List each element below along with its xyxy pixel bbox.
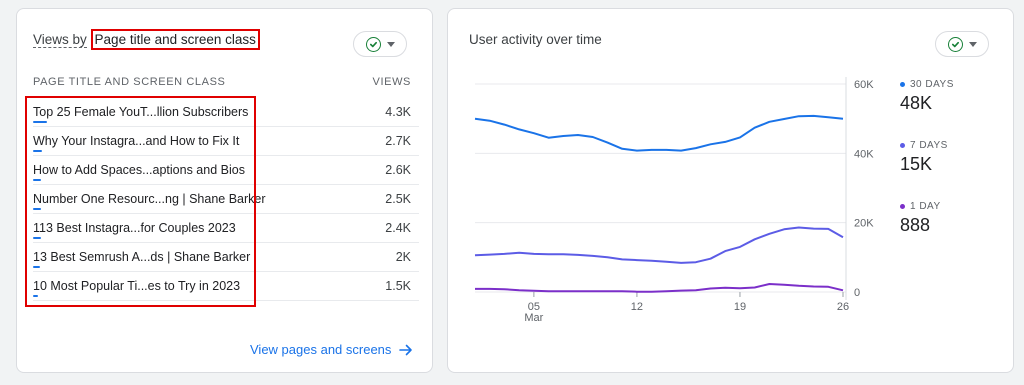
legend-label: 7 DAYS	[910, 140, 948, 151]
column-header-page-title: PAGE TITLE AND SCREEN CLASS	[33, 76, 226, 88]
series-line-30-days	[474, 114, 844, 152]
legend-7-days: 7 DAYS 15K	[900, 140, 948, 175]
legend-dot	[900, 204, 905, 209]
views-cell: 4.3K	[385, 105, 411, 119]
legend-value: 48K	[900, 93, 933, 113]
x-tick-label: 19	[734, 301, 746, 313]
legend-dot	[900, 82, 905, 87]
series-line-1-day	[475, 283, 844, 293]
view-pages-link-label: View pages and screens	[250, 342, 392, 357]
line-chart: 60K40K20K005 12 19 26Mar	[474, 77, 874, 324]
check-circle-icon	[365, 36, 381, 52]
column-header-views: VIEWS	[372, 76, 411, 88]
legend-30-days: 30 DAYS 48K	[900, 79, 954, 114]
view-pages-link[interactable]: View pages and screens	[250, 342, 413, 357]
x-tick-label: 12	[631, 301, 643, 313]
user-activity-card: User activity over time 60K 40K 20K 0 05 12 19…	[447, 8, 1014, 373]
y-tick-label: 60K	[854, 79, 874, 91]
x-tick-label: 26	[837, 301, 849, 313]
legend-dot	[900, 143, 905, 148]
views-cell: 2.4K	[385, 221, 411, 235]
compare-filter-button[interactable]	[353, 31, 407, 57]
legend-1-day: 1 DAY 888	[900, 201, 941, 236]
views-cell: 1.5K	[385, 279, 411, 293]
legend-value: 15K	[900, 154, 933, 174]
views-cell: 2.5K	[385, 192, 411, 206]
card-title-prefix: Views by	[33, 32, 87, 48]
views-cell: 2.6K	[385, 163, 411, 177]
y-tick-label: 0	[854, 287, 860, 299]
legend-value: 888	[900, 215, 931, 235]
series-line-7-days	[474, 226, 844, 264]
y-tick-label: 40K	[854, 148, 874, 160]
views-cell: 2K	[395, 250, 411, 264]
legend-label: 30 DAYS	[910, 79, 954, 90]
legend-label: 1 DAY	[910, 201, 941, 212]
views-by-page-card: Views by Page title and screen class PAG…	[16, 8, 433, 373]
card-title: Views by Page title and screen class	[33, 29, 260, 50]
caret-down-icon	[386, 41, 395, 47]
y-tick-label: 20K	[854, 218, 874, 230]
highlight-box	[25, 96, 256, 307]
arrow-right-icon	[399, 344, 413, 355]
views-cell: 2.7K	[385, 134, 411, 148]
dimension-selector[interactable]: Page title and screen class	[90, 29, 260, 50]
x-month-label: Mar	[524, 312, 543, 324]
